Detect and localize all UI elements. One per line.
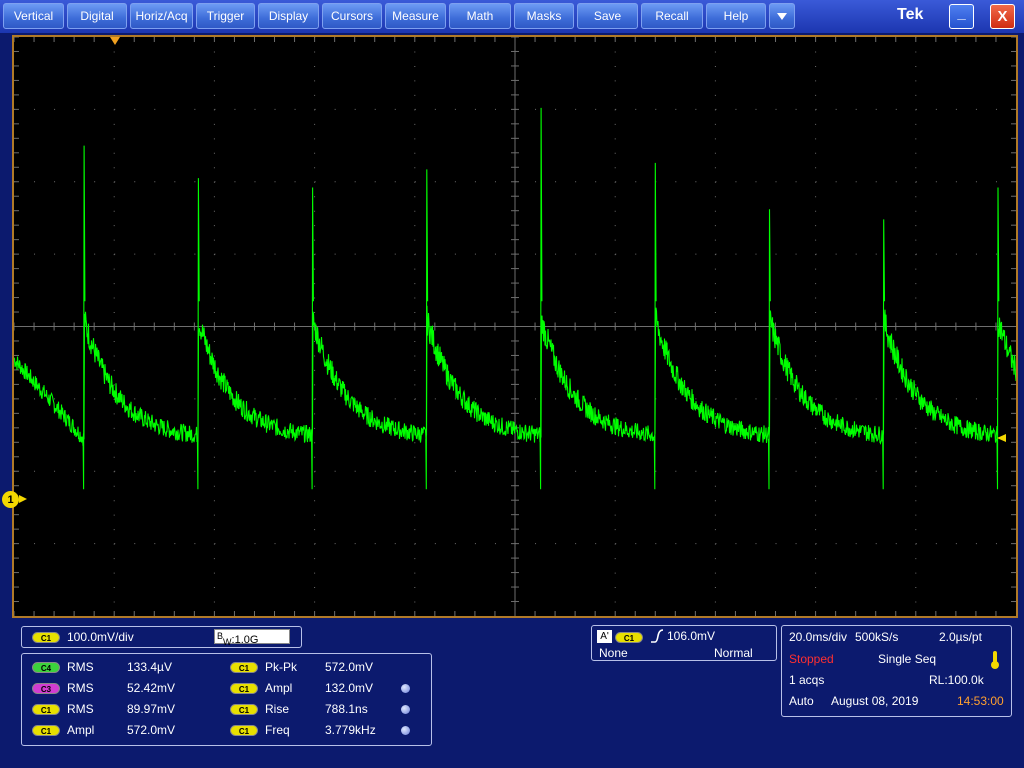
measurement-value: 133.4µV bbox=[127, 660, 172, 674]
measurement-status-icon[interactable] bbox=[401, 726, 410, 735]
sequence-mode: Single Seq bbox=[878, 652, 937, 666]
trigger-coupling: None bbox=[599, 646, 628, 660]
menu-math-button[interactable]: Math bbox=[449, 3, 511, 29]
measurement-value: 132.0mV bbox=[325, 681, 374, 695]
acquisition-count: 1 acqs bbox=[789, 673, 825, 687]
measurement-status-icon[interactable] bbox=[401, 684, 410, 693]
acquisition-status: Stopped bbox=[789, 652, 834, 666]
menu-help-button[interactable]: Help bbox=[706, 3, 766, 29]
measurement-name: RMS bbox=[67, 681, 94, 695]
menu-recall-button[interactable]: Recall bbox=[641, 3, 703, 29]
bandwidth-box[interactable]: BW:1.0G bbox=[214, 629, 290, 647]
menu-digital-button[interactable]: Digital bbox=[67, 3, 127, 29]
graticule-grid bbox=[14, 37, 1016, 616]
brand-logo: Tek bbox=[897, 6, 924, 23]
measurements-panel[interactable]: C4 RMS 133.4µV C3 RMS 52.42mV C1 RMS 89.97mV C1 Am… bbox=[21, 653, 432, 746]
rising-edge-icon bbox=[651, 629, 664, 643]
ch1-ground-marker[interactable]: 1 bbox=[2, 491, 19, 508]
close-button[interactable]: X bbox=[990, 4, 1015, 29]
trigger-position-marker bbox=[110, 37, 120, 45]
menu-bar: Vertical Digital Horiz/Acq Trigger Display Cu… bbox=[0, 0, 1024, 33]
channel-scale-panel[interactable]: C1 100.0mV/div BW:1.0G bbox=[21, 626, 302, 648]
menu-trigger-button[interactable]: Trigger bbox=[196, 3, 255, 29]
acquisition-date: August 08, 2019 bbox=[831, 694, 919, 708]
ch1-arrow-icon bbox=[19, 495, 27, 503]
trigger-level-marker bbox=[997, 434, 1006, 442]
thermometer-icon bbox=[991, 651, 999, 669]
measurement-name: Rise bbox=[265, 702, 290, 716]
record-length: RL:100.0k bbox=[929, 673, 984, 687]
minimize-button[interactable]: _ bbox=[949, 4, 974, 29]
menu-vertical-button[interactable]: Vertical bbox=[3, 3, 64, 29]
measurement-name: RMS bbox=[67, 702, 94, 716]
measurement-name: Ampl bbox=[265, 681, 293, 695]
measurement-value: 788.1ns bbox=[325, 702, 368, 716]
ch1-chip: C1 bbox=[32, 632, 60, 643]
measurement-status-icon[interactable] bbox=[401, 705, 410, 714]
timebase: 20.0ms/div bbox=[789, 630, 848, 644]
trigger-mode: Normal bbox=[714, 646, 753, 660]
measurement-source-chip: C4 bbox=[32, 662, 60, 673]
menu-save-button[interactable]: Save bbox=[577, 3, 638, 29]
measurement-name: Ampl bbox=[67, 723, 95, 737]
measurement-source-chip: C1 bbox=[32, 704, 60, 715]
menu-horiz-acq-button[interactable]: Horiz/Acq bbox=[130, 3, 193, 29]
measurement-value: 3.779kHz bbox=[325, 723, 376, 737]
measurement-value: 89.97mV bbox=[127, 702, 176, 716]
trigger-source-tag: A' bbox=[597, 630, 612, 643]
measurement-name: RMS bbox=[67, 660, 94, 674]
measurement-name: Freq bbox=[265, 723, 290, 737]
measurement-value: 572.0mV bbox=[325, 660, 374, 674]
measurement-value: 572.0mV bbox=[127, 723, 176, 737]
measurement-value: 52.42mV bbox=[127, 681, 176, 695]
acquisition-panel[interactable]: 20.0ms/div 500kS/s 2.0µs/pt Stopped Sing… bbox=[781, 625, 1012, 717]
measurement-source-chip: C1 bbox=[230, 725, 258, 736]
menu-more-button[interactable] bbox=[769, 3, 795, 29]
acquisition-time: 14:53:00 bbox=[957, 694, 1004, 708]
menu-measure-button[interactable]: Measure bbox=[385, 3, 446, 29]
close-icon: X bbox=[997, 8, 1008, 25]
measurement-source-chip: C3 bbox=[32, 683, 60, 694]
menu-masks-button[interactable]: Masks bbox=[514, 3, 574, 29]
menu-display-button[interactable]: Display bbox=[258, 3, 319, 29]
waveform-graticule[interactable] bbox=[14, 37, 1016, 616]
triangle-down-icon bbox=[777, 12, 787, 20]
trigger-level: 106.0mV bbox=[667, 629, 716, 643]
sample-rate: 500kS/s bbox=[855, 630, 899, 644]
trigger-panel[interactable]: A' C1 106.0mV None Normal bbox=[591, 625, 777, 661]
menu-cursors-button[interactable]: Cursors bbox=[322, 3, 382, 29]
trigger-auto-mode: Auto bbox=[789, 694, 814, 708]
measurement-source-chip: C1 bbox=[230, 704, 258, 715]
resolution: 2.0µs/pt bbox=[939, 630, 982, 644]
ch1-scale: 100.0mV/div bbox=[67, 630, 134, 644]
measurement-name: Pk-Pk bbox=[265, 660, 298, 674]
measurement-source-chip: C1 bbox=[230, 662, 258, 673]
measurement-source-chip: C1 bbox=[32, 725, 60, 736]
measurement-source-chip: C1 bbox=[230, 683, 258, 694]
trigger-chip: C1 bbox=[615, 632, 643, 643]
minimize-icon: _ bbox=[957, 5, 966, 22]
